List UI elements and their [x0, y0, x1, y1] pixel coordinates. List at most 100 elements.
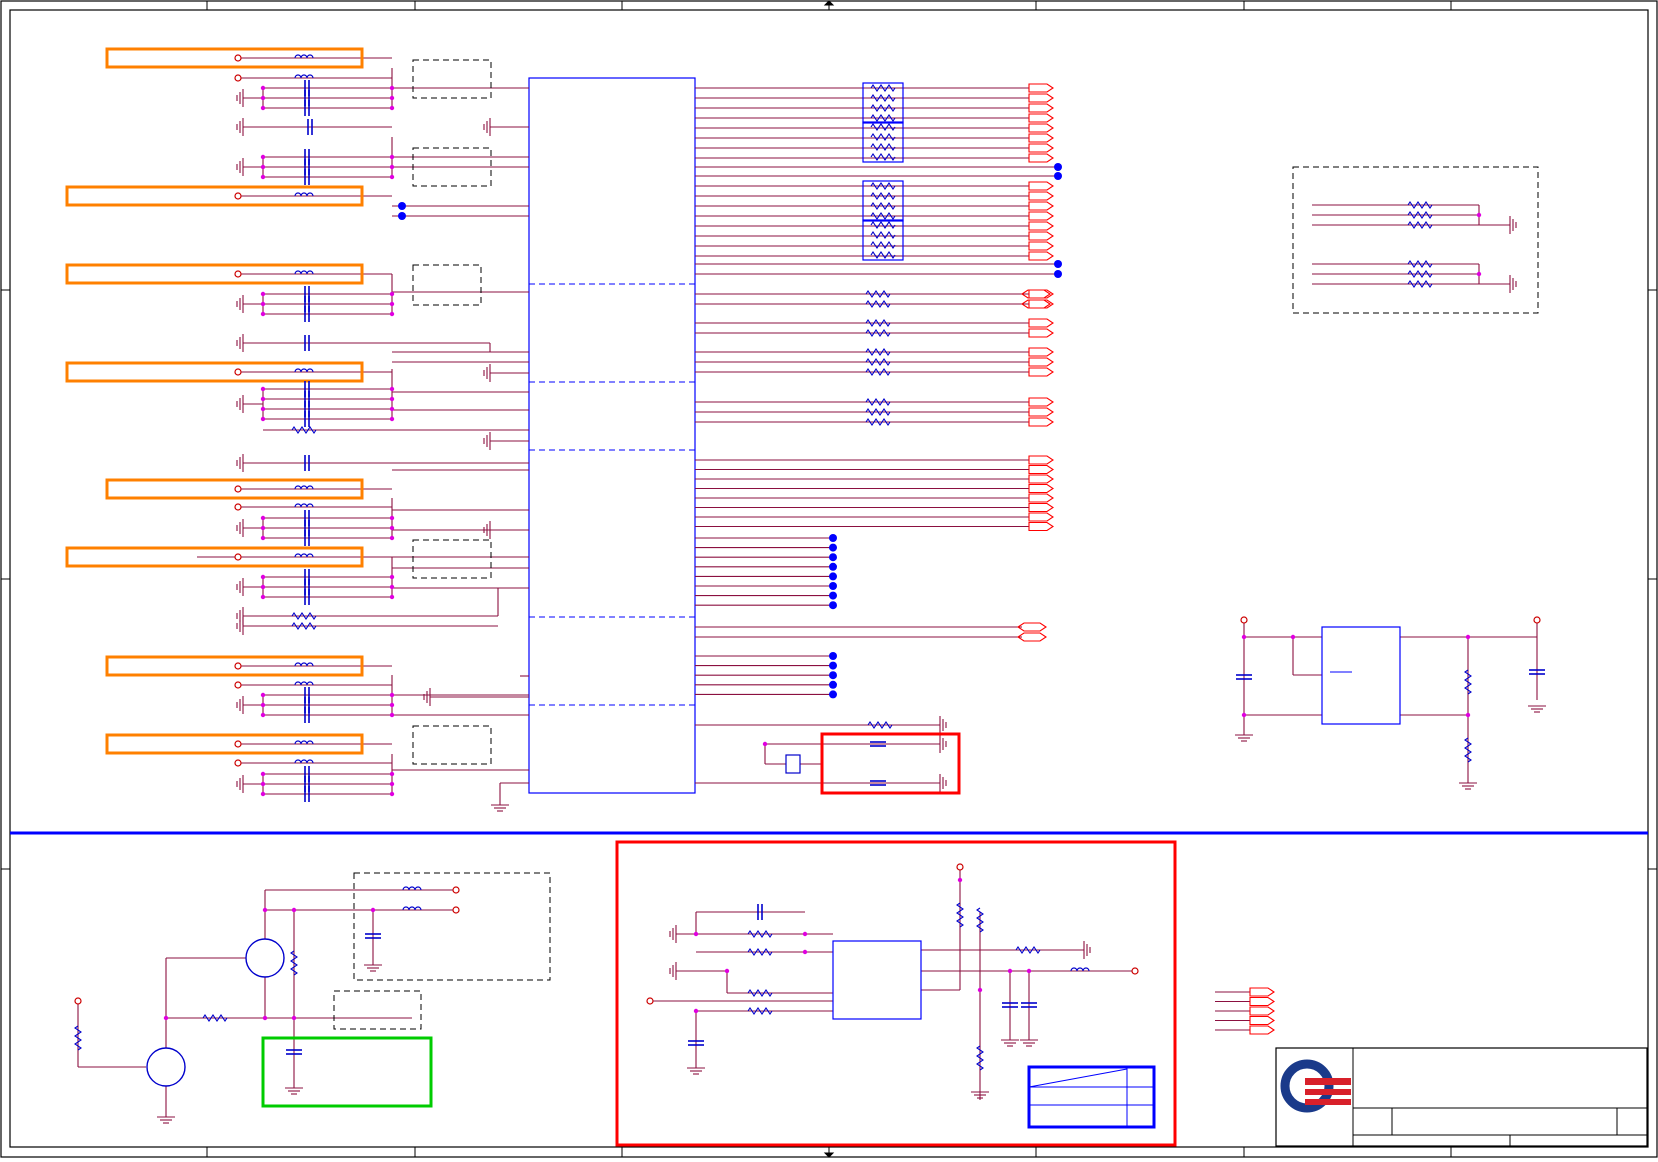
resistor-array-box: [862, 180, 904, 222]
mosfet-switch-section: [333, 872, 551, 1030]
offsheet-port-icon: [1028, 251, 1054, 261]
right-side-nets: [695, 87, 1538, 1031]
offsheet-port-icon: [1249, 1025, 1275, 1035]
resistor-symbol: [1407, 280, 1433, 288]
resistor-symbol: [291, 426, 317, 434]
mosfet-icon: [245, 938, 285, 978]
resistor-symbol: [870, 202, 896, 210]
power-pin: [234, 368, 242, 376]
resistor-symbol: [865, 348, 891, 356]
resistor-symbol: [865, 319, 891, 327]
junction-dot: [389, 574, 395, 580]
resistor-symbol: [1464, 669, 1472, 695]
junction-dot: [389, 154, 395, 160]
junction-dot: [260, 154, 266, 160]
resistor-symbol: [291, 622, 317, 630]
junction-dot: [389, 311, 395, 317]
junction-dot: [389, 515, 395, 521]
offsheet-port-icon: [1028, 241, 1054, 251]
power-pin: [234, 503, 242, 511]
resistor-symbol: [870, 84, 896, 92]
junction-dot: [260, 311, 266, 317]
resistor-symbol: [1407, 270, 1433, 278]
test-point: [829, 553, 837, 562]
offsheet-port-icon: [1028, 221, 1054, 231]
offsheet-port-icon: [1249, 1015, 1275, 1026]
power-pin: [234, 759, 242, 767]
junction-dot: [389, 174, 395, 180]
junction-dot: [260, 771, 266, 777]
junction-dot: [389, 594, 395, 600]
offsheet-port-icon: [1028, 367, 1054, 377]
junction-dot: [802, 931, 808, 937]
test-point: [398, 212, 406, 220]
junction-dot: [262, 1015, 268, 1021]
power-pin: [956, 863, 964, 871]
offsheet-port-icon: [1028, 357, 1054, 367]
offsheet-port-icon: [1028, 103, 1054, 113]
offsheet-port-icon: [1028, 113, 1054, 123]
resistor-symbol: [870, 104, 896, 112]
resistor-symbol: [865, 300, 891, 308]
resistor-symbol: [870, 123, 896, 131]
junction-dot: [389, 95, 395, 101]
offsheet-port-icon: [1028, 521, 1054, 532]
power-pin: [234, 740, 242, 748]
resistor-symbol: [865, 329, 891, 337]
junction-dot: [1241, 712, 1247, 718]
test-point: [829, 543, 837, 552]
junction-dot: [389, 416, 395, 422]
resistor-symbol: [870, 212, 896, 220]
resistor-symbol: [870, 192, 896, 200]
offsheet-port-icon: [1028, 153, 1054, 163]
resistor-symbol: [74, 1025, 82, 1051]
offsheet-port-icon: [1028, 464, 1054, 475]
offsheet-port-icon: [1028, 211, 1054, 221]
junction-dot: [389, 85, 395, 91]
test-point: [829, 601, 837, 610]
company-logo-icon: [1280, 1059, 1351, 1113]
test-point: [1054, 163, 1062, 171]
resistor-symbol: [870, 143, 896, 151]
resistor-symbol: [1015, 946, 1041, 954]
resistor-symbol: [870, 153, 896, 161]
offsheet-port-icon: [1028, 93, 1054, 103]
test-point: [829, 572, 837, 581]
resistor-symbol: [976, 1045, 984, 1071]
power-pin: [74, 997, 82, 1005]
resistor-symbol: [870, 133, 896, 141]
junction-dot: [260, 105, 266, 111]
resistor-symbol: [1464, 737, 1472, 763]
highlight-box-audio: [615, 840, 1177, 1147]
main-ic-block: [528, 77, 696, 794]
junction-dot: [260, 174, 266, 180]
junction-dot: [260, 416, 266, 422]
power-pin: [234, 681, 242, 689]
power-pin: [234, 485, 242, 493]
junction-dot: [389, 386, 395, 392]
junction-dot: [291, 1015, 297, 1021]
mosfet-icon: [146, 1047, 186, 1087]
resistor-symbol: [870, 94, 896, 102]
junction-dot: [260, 164, 266, 170]
schematic-sheet: [0, 0, 1658, 1158]
junction-dot: [389, 105, 395, 111]
junction-dot: [260, 525, 266, 531]
resistor-symbol: [867, 721, 893, 729]
power-pin: [234, 270, 242, 278]
junction-dot: [389, 301, 395, 307]
junction-dot: [262, 907, 268, 913]
offsheet-port-icon: [1028, 143, 1054, 153]
resistor-symbol: [865, 368, 891, 376]
test-point: [829, 661, 837, 670]
resistor-symbol: [747, 1007, 773, 1015]
junction-dot: [1476, 212, 1482, 218]
junction-dot: [389, 406, 395, 412]
resistor-symbol: [865, 418, 891, 426]
power-pin: [234, 553, 242, 561]
test-point: [1054, 270, 1062, 278]
offsheet-port-icon: [1028, 512, 1054, 522]
power-pin: [234, 192, 242, 200]
codec-ic-block: [832, 940, 922, 1020]
junction-dot: [389, 692, 395, 698]
